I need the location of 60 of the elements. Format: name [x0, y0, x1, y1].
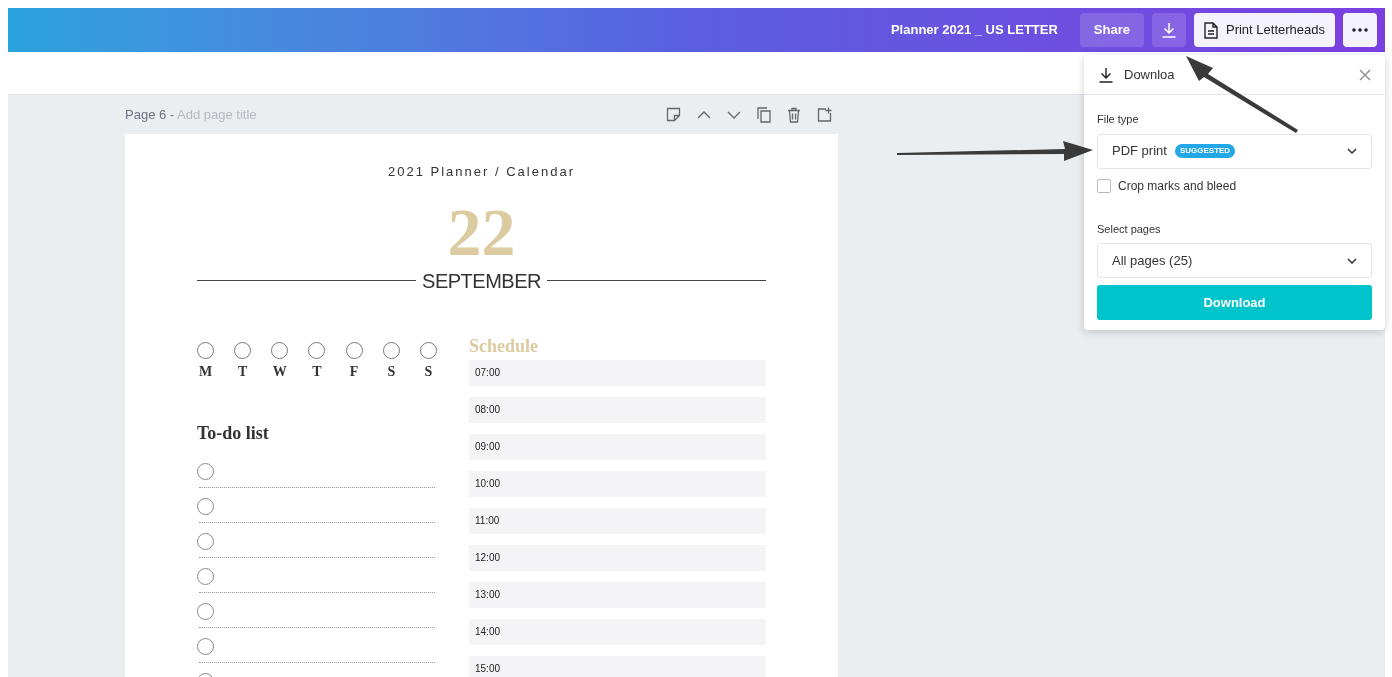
weekday-letter: S — [424, 362, 433, 381]
todo-checkbox[interactable] — [197, 532, 214, 550]
schedule-slot: 07:00 — [469, 359, 766, 386]
weekday-letter: W — [272, 362, 287, 381]
chevron-up-icon[interactable] — [697, 110, 711, 119]
weekday-letter: T — [238, 362, 248, 381]
weekday-checkbox[interactable] — [382, 341, 400, 359]
todo-checkbox[interactable] — [197, 462, 214, 480]
schedule-slot: 11:00 — [469, 507, 766, 534]
todo-checkbox[interactable] — [197, 602, 214, 620]
weekday-letter: S — [387, 362, 396, 381]
share-button[interactable]: Share — [1079, 13, 1144, 47]
weekday-letter: M — [198, 362, 213, 381]
weekday-letter: T — [312, 362, 322, 381]
trash-icon[interactable] — [787, 106, 801, 123]
download-icon-button[interactable] — [1152, 13, 1186, 47]
document-icon — [1204, 21, 1218, 39]
todo-checkbox[interactable] — [197, 567, 214, 585]
chevron-down-icon[interactable] — [727, 110, 741, 119]
more-options-button[interactable] — [1343, 13, 1377, 47]
chevron-down-icon — [1347, 148, 1357, 154]
weekday-checkbox[interactable] — [197, 341, 214, 359]
download-icon — [1161, 22, 1177, 38]
download-icon — [1098, 66, 1114, 83]
crop-marks-checkbox[interactable]: Crop marks and bleed — [1097, 176, 1372, 195]
schedule-slot: 15:00 — [469, 655, 766, 677]
day-number: 22 — [447, 195, 516, 268]
planner-heading: 2021 Planner / Calendar — [388, 163, 575, 181]
chevron-down-icon — [1347, 257, 1357, 264]
weekday-checkbox[interactable] — [271, 341, 289, 359]
month-name: SEPTEMBER — [422, 268, 541, 294]
todo-title: To-do list — [197, 421, 270, 445]
weekday-checkbox[interactable] — [234, 341, 252, 359]
schedule-title: Schedule — [469, 334, 539, 358]
copy-icon[interactable] — [757, 106, 771, 123]
select-pages-label: Select pages — [1097, 221, 1162, 237]
todo-checkbox[interactable] — [197, 637, 214, 655]
note-icon[interactable] — [666, 107, 681, 122]
schedule-slot: 14:00 — [469, 618, 766, 645]
todo-checkbox[interactable] — [197, 497, 214, 515]
document-title[interactable]: Planner 2021 _ US LETTER — [890, 20, 1058, 40]
schedule-slot: 09:00 — [469, 433, 766, 460]
print-letterheads-button[interactable]: Print Letterheads — [1194, 13, 1335, 47]
page-label: Page 6 - — [125, 106, 175, 122]
suggested-badge: SUGGESTED — [1174, 144, 1236, 158]
more-icon — [1352, 28, 1368, 32]
file-type-dropdown[interactable]: PDF print SUGGESTED — [1097, 133, 1372, 169]
schedule-slot: 10:00 — [469, 470, 766, 497]
pages-dropdown[interactable]: All pages (25) — [1097, 243, 1372, 278]
schedule-slot: 13:00 — [469, 581, 766, 608]
schedule-slot: 08:00 — [469, 396, 766, 423]
weekday-letter: F — [349, 362, 359, 381]
schedule-slot: 12:00 — [469, 544, 766, 571]
add-page-icon[interactable] — [817, 107, 832, 122]
file-type-label: File type — [1097, 112, 1140, 127]
weekday-checkbox[interactable] — [345, 341, 363, 359]
close-icon[interactable] — [1359, 68, 1371, 81]
weekday-checkbox[interactable] — [419, 341, 437, 359]
panel-title: Downloa — [1124, 65, 1175, 84]
weekday-checkbox[interactable] — [308, 341, 326, 359]
